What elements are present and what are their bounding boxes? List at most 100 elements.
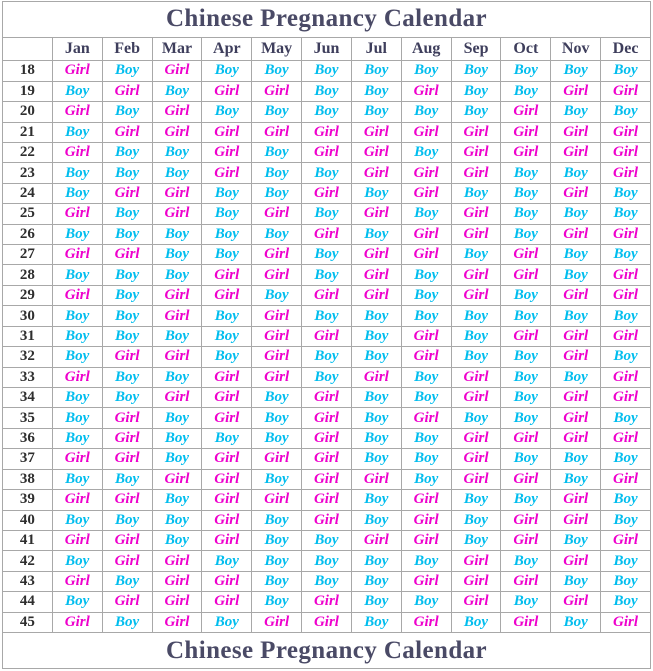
age-cell: 26 bbox=[2, 223, 53, 246]
prediction-cell: Girl bbox=[400, 244, 452, 266]
month-header-apr: Apr bbox=[201, 36, 253, 62]
prediction-cell: Boy bbox=[500, 60, 552, 82]
age-cell: 41 bbox=[2, 529, 53, 552]
prediction-cell: Girl bbox=[550, 223, 602, 246]
prediction-cell: Boy bbox=[500, 223, 552, 246]
prediction-cell: Boy bbox=[301, 550, 352, 572]
prediction-cell: Girl bbox=[201, 468, 253, 491]
age-cell: 45 bbox=[2, 611, 53, 634]
prediction-cell: Boy bbox=[550, 529, 602, 552]
prediction-cell: Boy bbox=[201, 223, 253, 246]
table-row: 28 Boy Boy Boy Girl Girl Boy Girl Boy Girl Girl Boy… bbox=[2, 264, 651, 286]
table-row: 25 Girl Boy Girl Boy Girl Boy Girl Boy Girl Boy Boy… bbox=[2, 203, 651, 225]
prediction-cell: Boy bbox=[101, 284, 153, 307]
table-row: 41 Girl Girl Boy Girl Boy Boy Girl Girl Boy Girl Bo… bbox=[2, 529, 651, 552]
prediction-cell: Boy bbox=[550, 570, 602, 593]
prediction-cell: Girl bbox=[151, 591, 203, 613]
prediction-cell: Boy bbox=[600, 203, 651, 225]
age-cell: 40 bbox=[2, 509, 53, 531]
prediction-cell: Boy bbox=[350, 346, 402, 368]
prediction-cell: Girl bbox=[201, 529, 253, 552]
age-cell: 19 bbox=[2, 80, 53, 103]
prediction-cell: Boy bbox=[600, 591, 651, 613]
prediction-cell: Girl bbox=[51, 448, 103, 470]
prediction-cell: Boy bbox=[101, 223, 153, 246]
prediction-cell: Boy bbox=[201, 244, 253, 266]
prediction-cell: Boy bbox=[600, 550, 651, 572]
prediction-cell: Boy bbox=[550, 305, 602, 327]
prediction-cell: Girl bbox=[450, 386, 502, 409]
prediction-cell: Boy bbox=[600, 60, 651, 82]
prediction-cell: Boy bbox=[450, 305, 502, 327]
age-cell: 30 bbox=[2, 305, 53, 327]
prediction-cell: Boy bbox=[400, 264, 452, 286]
prediction-cell: Girl bbox=[550, 182, 602, 205]
prediction-cell: Boy bbox=[51, 305, 103, 327]
prediction-cell: Girl bbox=[151, 182, 203, 205]
prediction-cell: Boy bbox=[51, 121, 103, 143]
prediction-cell: Boy bbox=[350, 60, 402, 82]
prediction-cell: Girl bbox=[600, 366, 651, 388]
table-row: 29 Girl Boy Girl Girl Boy Girl Girl Boy Girl Boy Gi… bbox=[2, 284, 651, 307]
prediction-cell: Boy bbox=[550, 244, 602, 266]
prediction-cell: Boy bbox=[101, 325, 153, 348]
prediction-cell: Girl bbox=[450, 570, 502, 593]
prediction-cell: Boy bbox=[51, 468, 103, 491]
prediction-cell: Girl bbox=[101, 448, 153, 470]
prediction-cell: Girl bbox=[201, 448, 253, 470]
prediction-cell: Girl bbox=[350, 121, 402, 143]
age-cell: 24 bbox=[2, 182, 53, 205]
prediction-cell: Boy bbox=[51, 80, 103, 103]
prediction-cell: Girl bbox=[51, 611, 103, 634]
prediction-cell: Boy bbox=[201, 427, 253, 450]
prediction-cell: Boy bbox=[301, 570, 352, 593]
prediction-cell: Boy bbox=[600, 509, 651, 531]
prediction-cell: Boy bbox=[600, 244, 651, 266]
prediction-cell: Girl bbox=[400, 570, 452, 593]
age-cell: 37 bbox=[2, 448, 53, 470]
prediction-cell: Boy bbox=[500, 305, 552, 327]
prediction-cell: Boy bbox=[500, 550, 552, 572]
prediction-cell: Girl bbox=[600, 162, 651, 184]
prediction-cell: Boy bbox=[350, 101, 402, 123]
prediction-cell: Girl bbox=[550, 489, 602, 511]
prediction-cell: Boy bbox=[350, 223, 402, 246]
prediction-cell: Girl bbox=[400, 346, 452, 368]
prediction-cell: Girl bbox=[400, 529, 452, 552]
prediction-cell: Boy bbox=[400, 366, 452, 388]
prediction-cell: Boy bbox=[251, 468, 303, 491]
prediction-cell: Girl bbox=[301, 284, 352, 307]
prediction-cell: Boy bbox=[101, 611, 153, 634]
age-cell: 39 bbox=[2, 489, 53, 511]
table-row: 40 Boy Boy Boy Girl Boy Girl Boy Girl Boy Girl Girl… bbox=[2, 509, 651, 531]
prediction-cell: Boy bbox=[301, 305, 352, 327]
prediction-cell: Boy bbox=[51, 223, 103, 246]
prediction-cell: Girl bbox=[251, 489, 303, 511]
prediction-cell: Girl bbox=[350, 162, 402, 184]
prediction-cell: Boy bbox=[350, 489, 402, 511]
prediction-cell: Girl bbox=[500, 468, 552, 491]
prediction-cell: Girl bbox=[251, 203, 303, 225]
prediction-cell: Girl bbox=[101, 407, 153, 429]
prediction-cell: Girl bbox=[201, 591, 253, 613]
prediction-cell: Girl bbox=[550, 509, 602, 531]
prediction-cell: Girl bbox=[500, 570, 552, 593]
age-cell: 33 bbox=[2, 366, 53, 388]
age-cell: 31 bbox=[2, 325, 53, 348]
prediction-cell: Boy bbox=[51, 346, 103, 368]
prediction-cell: Girl bbox=[301, 325, 352, 348]
prediction-cell: Girl bbox=[350, 468, 402, 491]
prediction-cell: Boy bbox=[450, 489, 502, 511]
prediction-cell: Boy bbox=[251, 141, 303, 164]
prediction-cell: Boy bbox=[101, 305, 153, 327]
prediction-cell: Boy bbox=[151, 448, 203, 470]
prediction-cell: Girl bbox=[450, 121, 502, 143]
prediction-cell: Girl bbox=[151, 284, 203, 307]
prediction-cell: Girl bbox=[500, 121, 552, 143]
table-row: 19 Boy Girl Boy Girl Girl Boy Boy Girl Boy Boy Girl… bbox=[2, 80, 651, 103]
prediction-cell: Boy bbox=[51, 427, 103, 450]
prediction-cell: Girl bbox=[51, 60, 103, 82]
prediction-cell: Boy bbox=[550, 448, 602, 470]
prediction-cell: Boy bbox=[450, 407, 502, 429]
pregnancy-calendar-table: Chinese Pregnancy Calendar Jan Feb Mar Apr M… bbox=[2, 1, 651, 669]
